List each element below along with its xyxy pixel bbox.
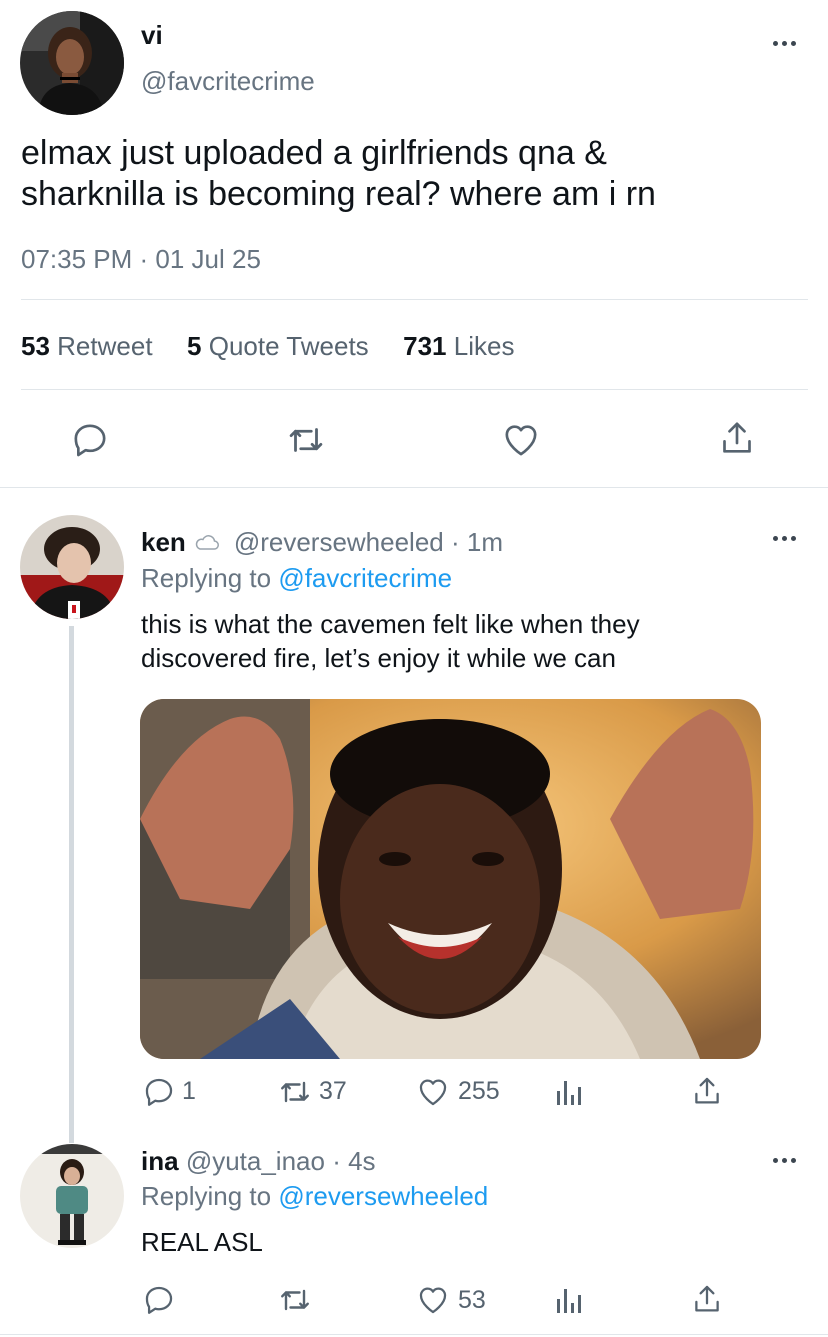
handle-and-time[interactable]: @yuta_inao · 4s [186, 1146, 376, 1176]
share-icon[interactable] [687, 1071, 727, 1111]
retweet-count: 53 [21, 331, 50, 361]
retweet-count: 37 [319, 1077, 347, 1105]
tweet-text-line-1: elmax just uploaded a girlfriends qna & [21, 134, 607, 172]
reply-header: ken @reversewheeled · 1m [141, 527, 503, 558]
more-options-icon[interactable] [773, 536, 796, 541]
quote-count: 5 [187, 331, 202, 361]
display-name[interactable]: vi [141, 20, 163, 51]
replying-to-label: Replying to [141, 1181, 272, 1211]
divider [21, 299, 808, 300]
like-icon[interactable] [413, 1280, 453, 1320]
likes-stat[interactable]: 731 Likes [403, 331, 514, 361]
like-count: 53 [458, 1286, 486, 1314]
handle-and-time[interactable]: @reversewheeled · 1m [234, 527, 503, 558]
reply-icon[interactable] [139, 1072, 179, 1112]
analytics-icon[interactable] [551, 1281, 587, 1319]
replying-to-link[interactable]: @reversewheeled [278, 1181, 488, 1211]
replying-to: Replying to @favcritecrime [141, 563, 452, 594]
like-icon[interactable] [413, 1072, 453, 1112]
likes-count: 731 [403, 331, 447, 361]
share-icon[interactable] [687, 1279, 727, 1319]
tweet-timestamp: 07:35 PM · 01 Jul 25 [21, 244, 261, 274]
more-options-icon[interactable] [773, 41, 796, 46]
media-image[interactable] [140, 699, 761, 1059]
bottom-divider [0, 1334, 828, 1335]
quote-stat[interactable]: 5 Quote Tweets [187, 331, 376, 361]
reply-icon[interactable] [66, 416, 114, 464]
reply-count: 1 [182, 1077, 196, 1105]
avatar[interactable] [20, 11, 124, 115]
more-options-icon[interactable] [773, 1158, 796, 1163]
retweet-icon[interactable] [282, 416, 330, 464]
like-count: 255 [458, 1077, 500, 1105]
like-icon[interactable] [497, 416, 545, 464]
tweet-text-line-2: sharknilla is becoming real? where am i … [21, 175, 656, 213]
replying-to-label: Replying to [141, 563, 272, 593]
cloud-icon [194, 527, 220, 558]
share-icon[interactable] [713, 414, 761, 462]
reply-icon[interactable] [139, 1280, 179, 1320]
retweet-stat[interactable]: 53 Retweet [21, 331, 160, 361]
retweet-label: Retweet [57, 331, 153, 361]
thread-line [69, 626, 74, 1143]
user-handle[interactable]: @favcritecrime [141, 66, 315, 97]
retweet-icon[interactable] [275, 1072, 315, 1112]
replying-to: Replying to @reversewheeled [141, 1181, 488, 1212]
reply-text-line-1: this is what the cavemen felt like when … [141, 609, 640, 639]
likes-label: Likes [453, 331, 515, 361]
reply-header: ina @yuta_inao · 4s [141, 1146, 376, 1177]
reply-text-line-2: discovered fire, let’s enjoy it while we… [141, 643, 616, 673]
divider [21, 389, 808, 390]
replying-to-link[interactable]: @favcritecrime [278, 563, 452, 593]
display-name[interactable]: ken [141, 527, 186, 558]
analytics-icon[interactable] [551, 1073, 587, 1111]
reply-text: REAL ASL [141, 1227, 263, 1257]
avatar[interactable] [20, 1144, 124, 1248]
section-divider [0, 487, 828, 488]
quote-label: Quote Tweets [208, 331, 369, 361]
display-name[interactable]: ina [141, 1146, 179, 1176]
avatar[interactable] [20, 515, 124, 619]
retweet-icon[interactable] [275, 1280, 315, 1320]
tweet-stats: 53 Retweet 5 Quote Tweets 731 Likes [21, 331, 514, 362]
